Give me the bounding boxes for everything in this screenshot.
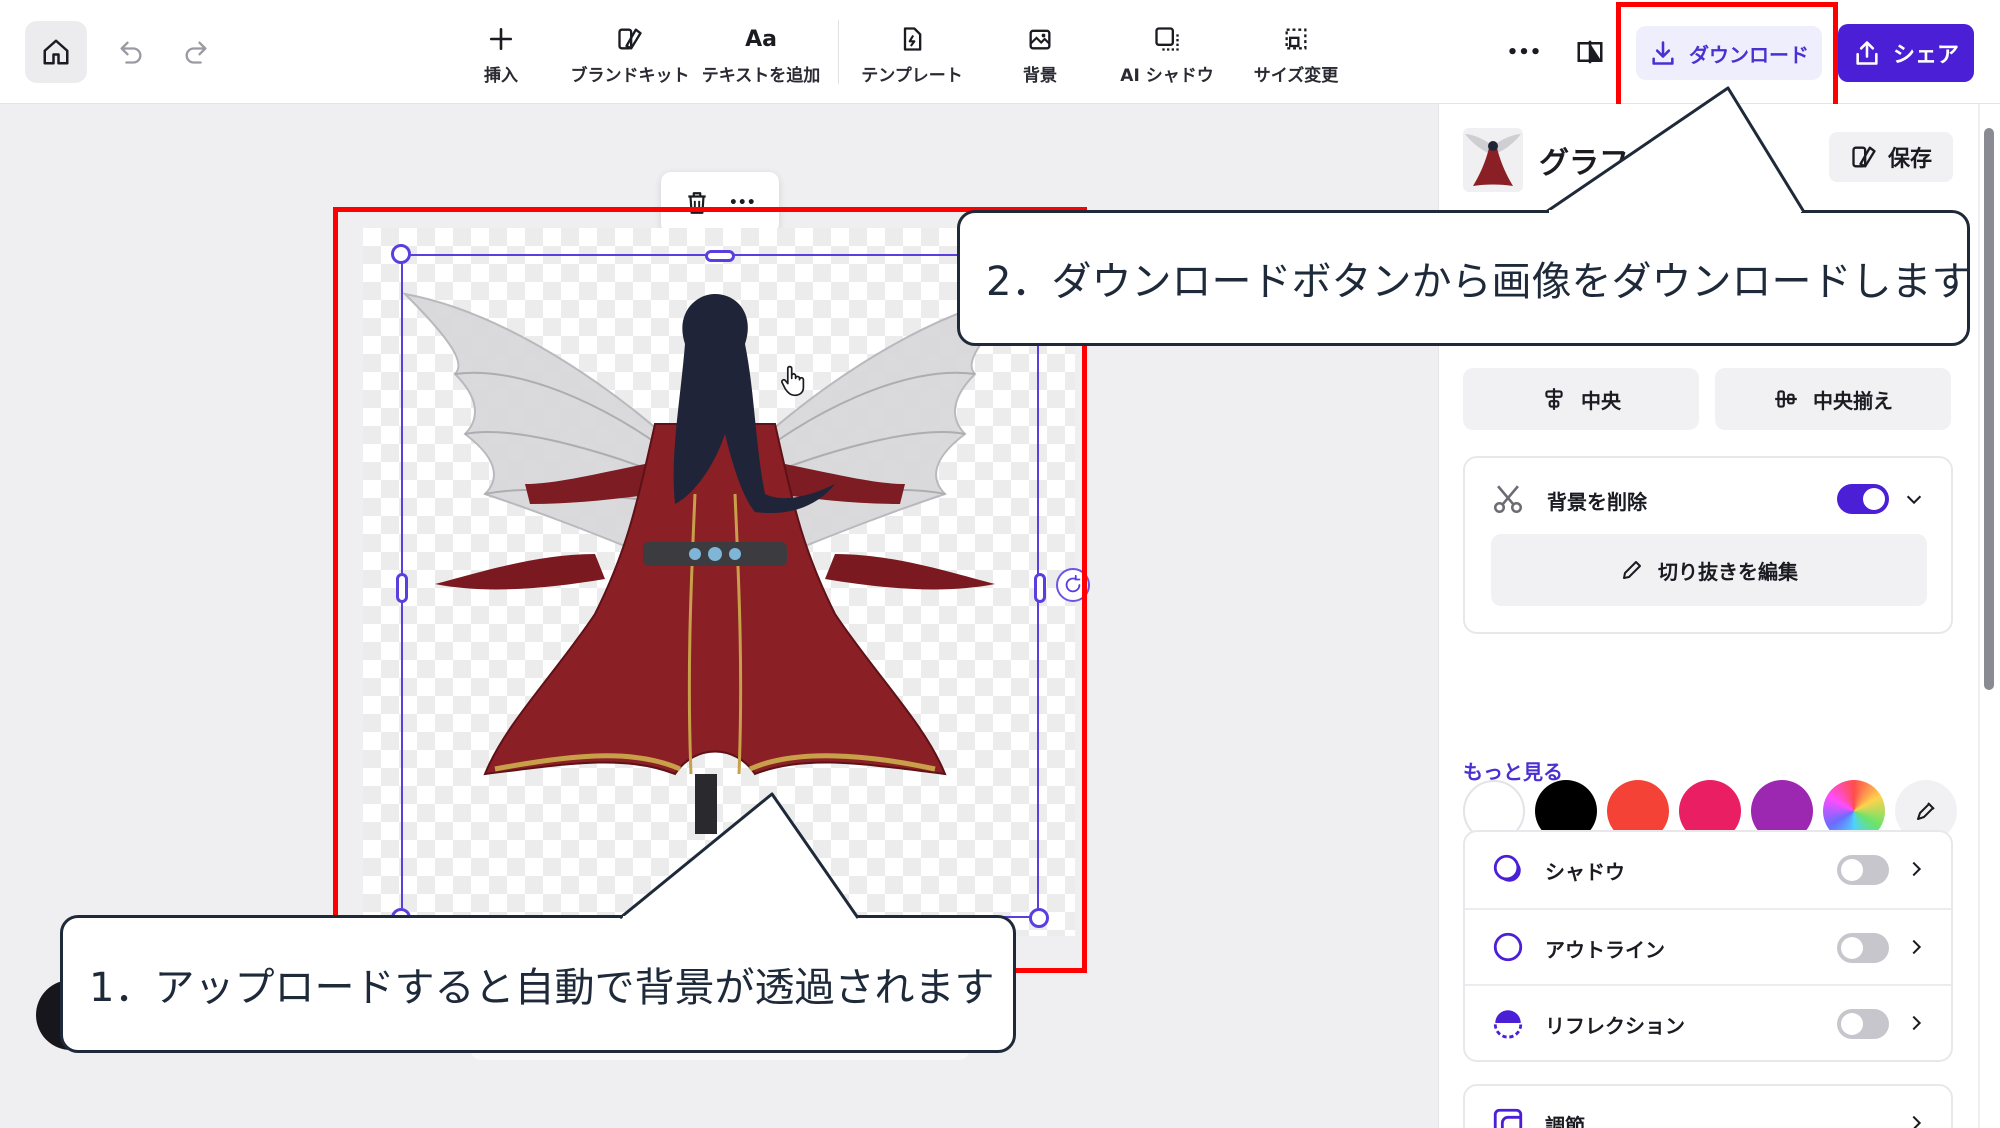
tool-brand-kit-label: ブランドキット <box>570 66 690 86</box>
save-button[interactable]: 保存 <box>1829 132 1953 182</box>
background-icon <box>1029 29 1051 50</box>
edit-cutout-button[interactable]: 切り抜きを編集 <box>1491 534 1927 606</box>
callout-step-1-pointer <box>619 792 860 922</box>
template-icon <box>903 27 922 51</box>
edit-cutout-label: 切り抜きを編集 <box>1658 559 1798 584</box>
align-middle-icon <box>1775 390 1797 408</box>
reflection-toggle[interactable] <box>1837 1009 1889 1039</box>
plus-icon <box>489 27 513 51</box>
align-center-label: 中央 <box>1581 388 1621 413</box>
tool-add-text[interactable]: Aa テキストを追加 <box>702 24 821 87</box>
hand-cursor-icon <box>781 365 805 397</box>
compare-button[interactable] <box>1566 28 1614 76</box>
tool-ai-shadow[interactable]: AI シャドウ <box>1120 24 1214 86</box>
chevron-down-icon[interactable] <box>1903 488 1925 510</box>
align-middle-label: 中央揃え <box>1813 388 1893 413</box>
element-floating-toolbar: ••• <box>661 172 779 234</box>
resize-handle-left[interactable] <box>396 573 408 603</box>
tool-resize[interactable]: サイズ変更 <box>1254 24 1338 86</box>
toolbar-divider <box>838 20 839 84</box>
shadow-label: シャドウ <box>1545 860 1625 884</box>
callout-step-1-text: 1．アップロードすると自動で背景が透過されます <box>89 965 995 1011</box>
shadow-toggle[interactable] <box>1837 855 1889 885</box>
redo-button[interactable] <box>172 28 220 76</box>
save-brand-icon <box>1852 146 1876 168</box>
tool-resize-label: サイズ変更 <box>1253 66 1339 86</box>
chevron-right-icon <box>1912 1115 1922 1128</box>
graphic-thumbnail <box>1463 128 1523 192</box>
share-label: シェア <box>1892 43 1959 68</box>
callout-step-2-pointer <box>1545 86 1806 216</box>
effect-row-reflection[interactable]: リフレクション <box>1465 984 1951 1060</box>
tool-insert[interactable]: 挿入 <box>470 24 532 86</box>
scissors-icon <box>1493 485 1523 514</box>
align-middle-button[interactable]: 中央揃え <box>1715 368 1951 430</box>
compare-icon <box>1577 40 1603 64</box>
outline-icon <box>1493 932 1523 962</box>
tool-background-label: 背景 <box>1023 66 1057 86</box>
effects-card: シャドウ アウトライン リフレクション <box>1463 830 1953 1062</box>
download-button[interactable]: ダウンロード <box>1636 26 1822 80</box>
remove-bg-label: 背景を削除 <box>1547 490 1647 514</box>
more-options-button[interactable]: ••• <box>1500 28 1548 76</box>
share-button[interactable]: シェア <box>1838 24 1974 82</box>
outline-label: アウトライン <box>1545 938 1665 962</box>
remove-background-card: 背景を削除 切り抜きを編集 <box>1463 456 1953 634</box>
undo-button[interactable] <box>107 28 155 76</box>
callout-step-1: 1．アップロードすると自動で背景が透過されます <box>60 915 1016 1053</box>
element-more-icon[interactable]: ••• <box>729 195 756 211</box>
text-aa-icon: Aa <box>745 26 777 52</box>
adjust-label: 調節 <box>1545 1114 1585 1128</box>
ai-shadow-icon <box>1155 27 1179 51</box>
tool-template[interactable]: テンプレート <box>861 24 963 86</box>
panel-scrollbar-thumb[interactable] <box>1984 128 1994 690</box>
adjust-icon <box>1493 1108 1523 1128</box>
rotate-handle[interactable] <box>1056 568 1090 602</box>
more-colors-link[interactable]: もっと見る <box>1463 756 1563 785</box>
chevron-right-icon <box>1912 939 1922 955</box>
undo-icon <box>120 41 142 64</box>
align-center-icon <box>1545 388 1563 410</box>
resize-handle-bottom-right[interactable] <box>1029 908 1049 928</box>
outline-toggle[interactable] <box>1837 933 1889 963</box>
tool-brand-kit[interactable]: ブランドキット <box>571 24 690 86</box>
tool-template-label: テンプレート <box>861 66 963 86</box>
home-icon <box>43 39 69 65</box>
shadow-icon <box>1493 854 1521 882</box>
more-dots-icon: ••• <box>1506 41 1542 63</box>
callout-step-2-text: 2．ダウンロードボタンから画像をダウンロードします <box>986 259 1972 305</box>
pencil-icon <box>1623 561 1641 579</box>
callout-step-2: 2．ダウンロードボタンから画像をダウンロードします <box>957 210 1972 346</box>
effect-row-shadow[interactable]: シャドウ <box>1465 832 1951 908</box>
brand-kit-icon <box>618 28 642 50</box>
reflection-icon <box>1493 1010 1523 1039</box>
download-label: ダウンロード <box>1689 42 1809 67</box>
tool-insert-label: 挿入 <box>484 66 518 86</box>
tool-ai-shadow-label: AI シャドウ <box>1120 66 1214 86</box>
home-button[interactable] <box>25 21 87 83</box>
chevron-right-icon <box>1912 1015 1922 1031</box>
reflection-label: リフレクション <box>1545 1014 1685 1038</box>
trash-icon[interactable] <box>684 189 710 217</box>
chevron-right-icon <box>1912 861 1922 877</box>
adjust-card[interactable]: 調節 <box>1463 1084 1953 1128</box>
resize-handle-right[interactable] <box>1034 573 1046 603</box>
share-icon <box>1856 41 1878 65</box>
tool-background[interactable]: 背景 <box>1010 24 1070 86</box>
resize-handle-top-left[interactable] <box>391 244 411 264</box>
download-icon <box>1652 41 1674 65</box>
rotate-icon <box>1065 574 1081 593</box>
eyedropper-icon <box>1917 802 1935 820</box>
align-center-button[interactable]: 中央 <box>1463 368 1699 430</box>
effect-row-outline[interactable]: アウトライン <box>1465 908 1951 984</box>
save-label: 保存 <box>1887 147 1932 172</box>
resize-handle-top[interactable] <box>705 250 735 262</box>
redo-icon <box>185 41 207 64</box>
tool-add-text-label: テキストを追加 <box>701 66 821 86</box>
resize-icon <box>1285 28 1307 50</box>
remove-bg-toggle[interactable] <box>1837 484 1889 514</box>
